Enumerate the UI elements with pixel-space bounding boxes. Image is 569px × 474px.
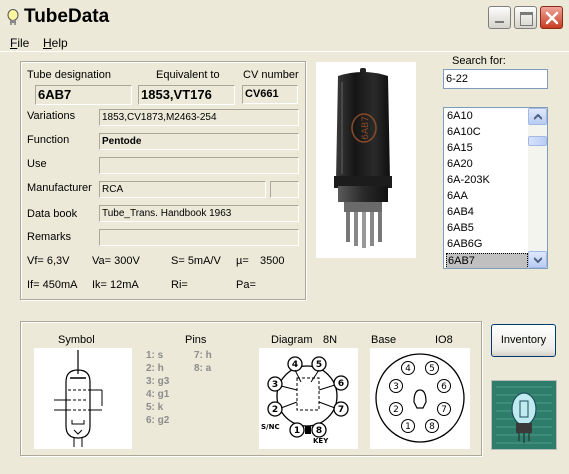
tube-photo: 6AB7 (316, 62, 416, 258)
symbol-label: Symbol (58, 334, 95, 346)
list-item[interactable]: 6A10 (446, 109, 528, 125)
use-label: Use (27, 158, 47, 170)
listbox-scrollbar[interactable] (528, 108, 547, 268)
svg-text:4: 4 (405, 364, 411, 374)
list-item[interactable]: 6A20 (446, 157, 528, 173)
list-item[interactable]: 6A15 (446, 141, 528, 157)
param-mu-value: 3500 (260, 255, 285, 267)
pin-entry: 7: h (194, 350, 212, 361)
tubedata-logo (491, 380, 557, 450)
menu-bar: File Help (0, 34, 569, 52)
data-book-field[interactable]: Tube_Trans. Handbook 1963 (99, 205, 299, 222)
param-va: Va= 300V (92, 255, 140, 267)
svg-text:6: 6 (441, 382, 447, 392)
scroll-down-icon (534, 257, 542, 263)
equivalent-to-label: Equivalent to (156, 69, 220, 81)
svg-text:5: 5 (429, 364, 435, 374)
use-field[interactable] (99, 157, 299, 174)
inventory-button[interactable]: Inventory (491, 324, 556, 357)
diagram-code: 8N (323, 334, 338, 346)
menu-help[interactable]: Help (43, 36, 68, 50)
list-item-selected[interactable]: 6AB7 (446, 253, 528, 268)
param-if: If= 450mA (27, 279, 78, 291)
pin-entry: 3: g3 (146, 376, 170, 387)
scroll-thumb[interactable] (528, 136, 547, 146)
scroll-up-button[interactable] (528, 108, 547, 125)
svg-text:2: 2 (393, 405, 399, 415)
close-icon (545, 11, 559, 25)
minimize-button[interactable] (488, 6, 511, 29)
svg-text:1: 1 (294, 426, 300, 436)
svg-text:4: 4 (292, 360, 298, 370)
search-input[interactable]: 6-22 (443, 69, 548, 89)
param-ri: Ri= (171, 279, 188, 291)
pins-label: Pins (185, 334, 207, 346)
close-button[interactable] (540, 6, 563, 29)
tube-designation-label: Tube designation (27, 69, 111, 81)
param-vf: Vf= 6,3V (27, 255, 70, 267)
tube-marking: 6AB7 (361, 116, 371, 140)
cv-number-field[interactable]: CV661 (242, 85, 298, 104)
param-pa: Pa= (236, 279, 256, 291)
pin-diagram: 4 5 3 6 2 7 1 8 S/NC KEY (259, 348, 358, 449)
manufacturer-extra-field[interactable] (270, 181, 299, 198)
list-item[interactable]: 6AB5 (446, 221, 528, 237)
data-book-label: Data book (27, 208, 78, 220)
svg-text:3: 3 (272, 380, 278, 390)
pin-entry: 2: h (146, 363, 164, 374)
param-mu-label: µ= (236, 255, 249, 267)
pin-entry: 1: s (146, 350, 164, 361)
window-title: TubeData (24, 6, 110, 27)
function-field[interactable]: Pentode (99, 133, 299, 150)
scroll-up-icon (534, 114, 542, 120)
tubedata-window: TubeData File Help Tube designation Equi… (0, 0, 569, 474)
svg-text:7: 7 (441, 405, 447, 415)
app-tube-icon (7, 9, 19, 25)
pin-entry: 5: k (146, 402, 164, 413)
svg-text:8: 8 (429, 422, 435, 432)
pins-list-2: 7: h 8: a (194, 349, 212, 375)
search-label: Search for: (452, 55, 506, 67)
svg-text:1: 1 (405, 422, 411, 432)
pin-entry: 4: g1 (146, 389, 170, 400)
variations-label: Variations (27, 110, 76, 122)
list-item[interactable]: 6A-203K (446, 173, 528, 189)
title-bar[interactable]: TubeData (0, 0, 569, 34)
base-label: Base (371, 334, 397, 346)
svg-text:7: 7 (338, 405, 344, 415)
cv-number-label: CV number (243, 69, 299, 81)
pin-entry: 8: a (194, 363, 212, 374)
function-label: Function (27, 134, 70, 146)
remarks-label: Remarks (27, 231, 72, 243)
variations-field[interactable]: 1853,CV1873,M2463-254 (99, 109, 299, 126)
menu-file[interactable]: File (10, 36, 29, 50)
pin-entry: 6: g2 (146, 415, 170, 426)
svg-text:8: 8 (316, 426, 322, 436)
param-ik: Ik= 12mA (92, 279, 139, 291)
maximize-button[interactable] (514, 6, 537, 29)
tube-symbol (34, 348, 132, 449)
equivalent-to-field[interactable]: 1853,VT176 (138, 85, 235, 105)
manufacturer-field[interactable]: RCA (99, 181, 266, 198)
tube-designation-field[interactable]: 6AB7 (35, 85, 132, 105)
list-item[interactable]: 6AB4 (446, 205, 528, 221)
svg-text:2: 2 (272, 405, 278, 415)
svg-text:6: 6 (338, 379, 344, 389)
key-label: KEY (313, 437, 329, 445)
base-code: IO8 (435, 334, 453, 346)
list-item[interactable]: 6AA (446, 189, 528, 205)
svg-text:3: 3 (393, 382, 399, 392)
list-item[interactable]: 6AB6G (446, 237, 528, 253)
base-diagram: 4 5 3 6 2 7 1 8 (370, 348, 470, 449)
tube-listbox[interactable]: 6A10 6A10C 6A15 6A20 6A-203K 6AA 6AB4 6A… (443, 107, 548, 269)
diagram-label: Diagram (271, 334, 313, 346)
scroll-down-button[interactable] (528, 251, 547, 268)
pins-list-1: 1: s 2: h 3: g3 4: g1 5: k 6: g2 (146, 349, 169, 427)
remarks-field[interactable] (99, 229, 299, 246)
svg-text:5: 5 (316, 360, 322, 370)
sinc-label: S/NC (261, 423, 280, 431)
list-item[interactable]: 6A10C (446, 125, 528, 141)
param-s: S= 5mA/V (171, 255, 221, 267)
manufacturer-label: Manufacturer (27, 182, 92, 194)
